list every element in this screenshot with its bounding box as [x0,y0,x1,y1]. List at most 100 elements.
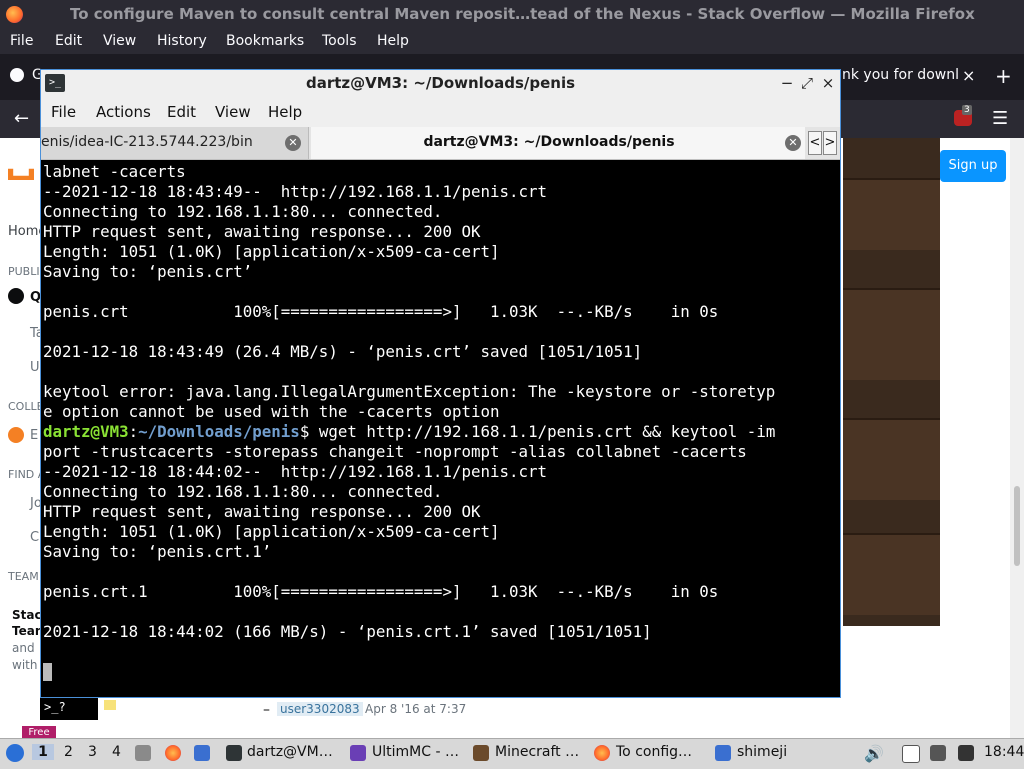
terminal-line: --2021-12-18 18:44:02-- http://192.168.1… [43,462,548,481]
terminal-tabbar: enis/idea-IC-213.5744.223/bin ✕ dartz@VM… [41,127,840,160]
ff-menu-tools[interactable]: Tools [322,33,357,49]
new-tab-button[interactable]: + [995,64,1012,88]
terminal-line: Saving to: ‘penis.crt’ [43,262,253,281]
mini-terminal-widget[interactable]: >_? [40,698,98,720]
comment-user-link[interactable]: user3302083 [277,702,363,716]
page-scrollbar[interactable] [1010,138,1024,738]
tab-scroll-buttons: < > [808,131,839,155]
workspace-2[interactable]: 2 [64,744,73,760]
firefox-menubar: File Edit View History Bookmarks Tools H… [0,30,1024,54]
mini-terminal-label: >_? [44,700,66,714]
task-terminal[interactable]: dartz@VM… [247,744,333,760]
collectives-icon [8,427,24,443]
terminal-line: --2021-12-18 18:43:49-- http://192.168.1… [43,182,548,201]
task-ultimmc[interactable]: UltimMC - … [372,744,459,760]
ff-menu-bookmarks[interactable]: Bookmarks [226,33,304,49]
file-manager-icon[interactable] [135,745,151,761]
network-icon[interactable] [930,745,946,761]
tab-scroll-left-button[interactable]: < [808,131,822,155]
prompt-colon: : [128,422,139,441]
terminal-tab-inactive[interactable]: enis/idea-IC-213.5744.223/bin ✕ [41,127,309,159]
firefox-titlebar: To configure Maven to consult central Ma… [0,0,1024,30]
close-button[interactable]: × [819,74,837,92]
nav-explore[interactable]: E [30,428,38,443]
comment-dash: – [263,702,270,718]
nav-teams-heading: TEAM [8,570,39,583]
terminal-app-icon: >_ [45,74,65,92]
ff-tab-close-icon[interactable]: × [962,66,975,85]
nav-public-heading: PUBLI [8,265,40,278]
terminal-line: port -trustcacerts -storepass changeit -… [43,442,747,461]
task-shimeji[interactable]: shimeji [737,744,787,760]
firefox-launcher-icon[interactable] [165,745,181,761]
mc-block [843,178,940,250]
ff-tab-download[interactable]: nk you for downl [842,62,982,92]
terminal-task-icon [226,745,242,761]
tab-close-icon[interactable]: ✕ [785,135,801,151]
term-menu-view[interactable]: View [215,103,251,121]
terminal-line: Length: 1051 (1.0K) [application/x-x509-… [43,522,500,541]
mc-block [843,288,940,380]
terminal-titlebar[interactable]: dartz@VM3: ~/Downloads/penis [41,70,840,98]
ff-menu-edit[interactable]: Edit [55,33,82,49]
firefox-icon [6,6,23,23]
hamburger-menu-icon[interactable]: ☰ [992,108,1008,129]
comment-row: – user3302083 Apr 8 '16 at 7:37 [165,698,940,738]
terminal-line: penis.crt.1 100%[=================>] 1.0… [43,582,719,601]
ff-menu-file[interactable]: File [10,33,33,49]
ff-menu-help[interactable]: Help [377,33,409,49]
minimize-button[interactable]: − [778,74,796,92]
nav-users[interactable]: U [30,360,40,375]
firefox-task-icon [594,745,610,761]
terminal-line: Saving to: ‘penis.crt.1’ [43,542,272,561]
volume-icon[interactable]: 🔊 [864,744,884,763]
note-icon [104,700,116,710]
terminal-cursor [43,663,52,681]
terminal-line: 2021-12-18 18:44:02 (166 MB/s) - ‘penis.… [43,622,652,641]
clipboard-icon[interactable] [902,745,920,763]
taskbar: 1 2 3 4 dartz@VM… UltimMC - … Minecraft … [0,738,1024,769]
terminal-output[interactable]: labnet -cacerts --2021-12-18 18:43:49-- … [41,161,838,696]
stackoverflow-logo-icon[interactable] [8,168,34,180]
comment-date: Apr 8 '16 at 7:37 [365,702,467,716]
workspace-1[interactable]: 1 [32,744,54,760]
term-menu-help[interactable]: Help [268,103,302,121]
terminal-line: Connecting to 192.168.1.1:80... connecte… [43,202,443,221]
ff-menu-history[interactable]: History [157,33,207,49]
minecraft-task-icon [473,745,489,761]
workspace-3[interactable]: 3 [88,744,97,760]
terminal-tab-label: enis/idea-IC-213.5744.223/bin [41,134,253,150]
teams-promo-line: and [12,641,35,655]
terminal-line: penis.crt 100%[=================>] 1.03K… [43,302,719,321]
terminal-line: HTTP request sent, awaiting response... … [43,222,481,241]
term-menu-edit[interactable]: Edit [167,103,196,121]
task-firefox[interactable]: To config… [616,744,692,760]
start-menu-icon[interactable] [6,744,24,762]
ff-menu-view[interactable]: View [103,33,136,49]
scrollbar-thumb[interactable] [1014,486,1020,566]
nav-companies[interactable]: C [30,530,39,545]
desktop-icon[interactable] [194,745,210,761]
firefox-window-title: To configure Maven to consult central Ma… [70,5,975,23]
terminal-tab-active[interactable]: dartz@VM3: ~/Downloads/penis ✕ [311,127,805,159]
maximize-button[interactable]: ⤢ [798,74,816,92]
terminal-line: labnet -cacerts [43,162,186,181]
signup-button[interactable]: Sign up [940,150,1006,182]
task-minecraft[interactable]: Minecraft … [495,744,579,760]
ff-tab-label: nk you for downl [842,67,959,83]
tab-scroll-right-button[interactable]: > [823,131,837,155]
teams-promo-line: with [12,658,38,672]
terminal-menubar: File Actions Edit View Help [41,97,840,127]
workspace-4[interactable]: 4 [112,744,121,760]
terminal-title: dartz@VM3: ~/Downloads/penis [305,74,576,92]
prompt-command: $ wget http://192.168.1.1/penis.crt && k… [299,422,776,441]
term-menu-file[interactable]: File [51,103,76,121]
display-icon[interactable] [958,745,974,761]
prompt-user: dartz@VM3 [43,422,129,441]
github-icon [10,68,24,82]
ultimmc-task-icon [350,745,366,761]
shimeji-task-icon [715,745,731,761]
term-menu-actions[interactable]: Actions [96,103,151,121]
tab-close-icon[interactable]: ✕ [285,135,301,151]
back-icon[interactable]: ← [14,108,29,129]
